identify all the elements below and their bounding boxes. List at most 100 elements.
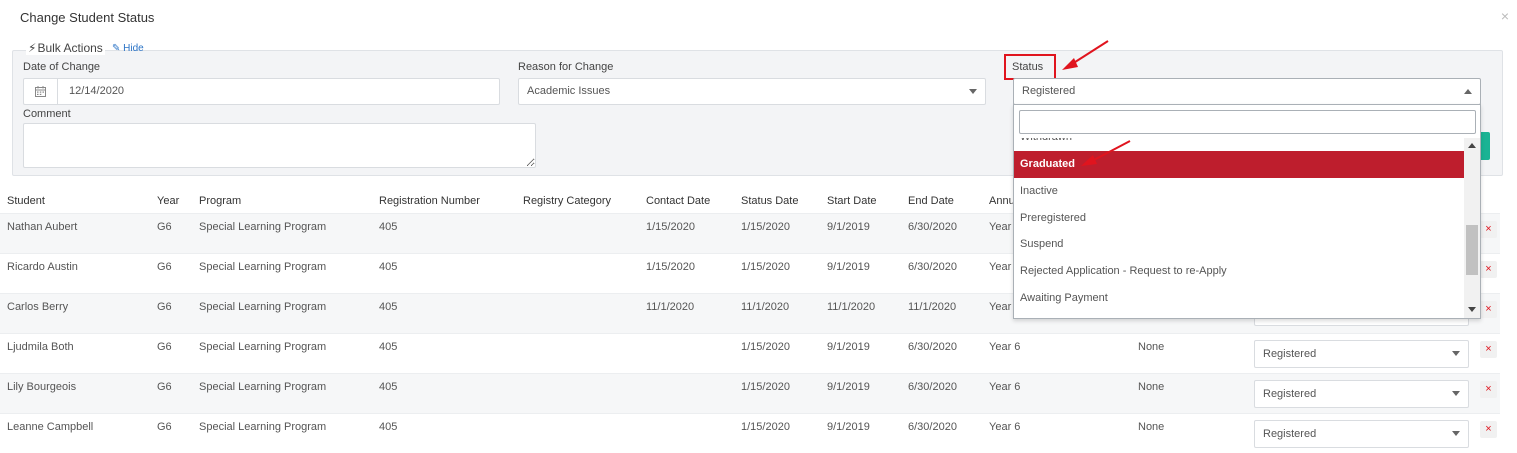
cell-program: Special Learning Program [199,381,327,393]
cell-program: Special Learning Program [199,421,327,433]
header-registry-category: Registry Category [523,195,612,207]
cell-registration-number: 405 [379,301,398,313]
comment-label: Comment [23,108,71,120]
bulk-actions-legend: ⚡Bulk Actions [26,41,105,55]
scrollbar-thumb[interactable] [1466,225,1478,275]
cell-status-date: 1/15/2020 [741,341,790,353]
dropdown-list[interactable]: Withdrawn Graduated Inactive Preregister… [1014,138,1464,318]
scroll-up-icon[interactable] [1468,143,1476,148]
cell-program: Special Learning Program [199,261,327,273]
row-status-value: Registered [1263,348,1317,360]
cell-year: G6 [157,261,172,273]
delete-row-button[interactable]: × [1480,341,1497,358]
dropdown-option[interactable]: Awaiting Payment [1014,285,1464,312]
cell-category: None [1138,381,1165,393]
hide-link[interactable]: ✎ Hide [112,43,144,54]
reason-value: Academic Issues [527,85,611,97]
cell-annual: Year 6 [989,381,1021,393]
header-annual: Annu [989,195,1015,207]
cell-end-date: 6/30/2020 [908,221,957,233]
cell-start-date: 9/1/2019 [827,221,870,233]
chevron-down-icon [1452,351,1460,356]
cell-end-date: 6/30/2020 [908,421,957,433]
cell-year: G6 [157,301,172,313]
cell-start-date: 9/1/2019 [827,381,870,393]
cell-end-date: 6/30/2020 [908,381,957,393]
delete-row-button[interactable]: × [1480,381,1497,398]
header-student: Student [7,195,45,207]
bolt-icon: ⚡ [28,41,37,55]
cell-contact-date: 11/1/2020 [646,301,695,313]
chevron-up-icon [1464,89,1472,94]
cell-program: Special Learning Program [199,221,327,233]
calendar-icon[interactable] [24,79,58,104]
header-start-date: Start Date [827,195,877,207]
dropdown-search-input[interactable] [1019,110,1476,134]
header-year: Year [157,195,180,207]
chevron-down-icon [1452,431,1460,436]
cell-start-date: 9/1/2019 [827,341,870,353]
header-contact-date: Contact Date [646,195,711,207]
hide-label: Hide [123,43,144,54]
status-label-highlight-box [1004,54,1056,80]
cell-start-date: 9/1/2019 [827,261,870,273]
delete-row-button[interactable]: × [1480,261,1497,278]
pin-icon: ✎ [112,43,121,54]
cell-contact-date: 1/15/2020 [646,221,695,233]
reason-for-change-select[interactable]: Academic Issues [518,78,986,105]
header-status-date: Status Date [741,195,799,207]
close-icon[interactable]: × [1501,8,1509,24]
cell-status-date: 1/15/2020 [741,421,790,433]
cell-year: G6 [157,341,172,353]
dropdown-option-selected[interactable]: Graduated [1014,151,1464,178]
status-dropdown[interactable]: Withdrawn Graduated Inactive Preregister… [1013,104,1481,319]
status-value: Registered [1022,85,1076,97]
modal-title: Change Student Status [20,10,155,25]
dropdown-option[interactable]: Rejected Application - Request to re-App… [1014,258,1464,285]
header-program: Program [199,195,242,207]
dropdown-option[interactable]: Withdrawn [1014,138,1464,151]
chevron-down-icon [969,89,977,94]
comment-textarea[interactable] [23,123,536,168]
cell-annual: Year 6 [989,421,1021,433]
delete-row-button[interactable]: × [1480,221,1497,238]
row-status-value: Registered [1263,428,1317,440]
cell-annual: Year [989,301,1012,313]
table-row[interactable]: Lily Bourgeois G6 Special Learning Progr… [0,373,1500,413]
cell-registration-number: 405 [379,341,398,353]
cell-student: Lily Bourgeois [7,381,77,393]
row-status-select[interactable]: Registered [1254,420,1469,448]
cell-end-date: 6/30/2020 [908,261,957,273]
cell-registration-number: 405 [379,421,398,433]
table-row[interactable]: Leanne Campbell G6 Special Learning Prog… [0,413,1500,453]
scroll-down-icon[interactable] [1468,307,1476,312]
cell-registration-number: 405 [379,381,398,393]
table-row[interactable]: Ljudmila Both G6 Special Learning Progra… [0,333,1500,373]
row-status-select[interactable]: Registered [1254,380,1469,408]
date-of-change-field[interactable]: 12/14/2020 [23,78,500,105]
cell-registration-number: 405 [379,261,398,273]
header-end-date: End Date [908,195,954,207]
cell-annual: Year [989,221,1012,233]
cell-year: G6 [157,421,172,433]
cell-status-date: 1/15/2020 [741,261,790,273]
date-value: 12/14/2020 [69,85,125,97]
date-of-change-label: Date of Change [23,61,101,73]
dropdown-option[interactable]: Inactive [1014,178,1464,205]
dropdown-option[interactable]: Preregistered [1014,205,1464,232]
cell-year: G6 [157,381,172,393]
cell-student: Ljudmila Both [7,341,74,353]
status-select[interactable]: Registered [1013,78,1481,105]
row-status-select[interactable]: Registered [1254,340,1469,368]
cell-annual: Year [989,261,1012,273]
cell-status-date: 11/1/2020 [741,301,790,313]
cell-student: Ricardo Austin [7,261,78,273]
delete-row-button[interactable]: × [1480,301,1497,318]
row-status-value: Registered [1263,388,1317,400]
cell-program: Special Learning Program [199,341,327,353]
cell-year: G6 [157,221,172,233]
delete-row-button[interactable]: × [1480,421,1497,438]
cell-contact-date: 1/15/2020 [646,261,695,273]
bulk-actions-label: Bulk Actions [37,41,103,55]
dropdown-option[interactable]: Suspend [1014,231,1464,258]
